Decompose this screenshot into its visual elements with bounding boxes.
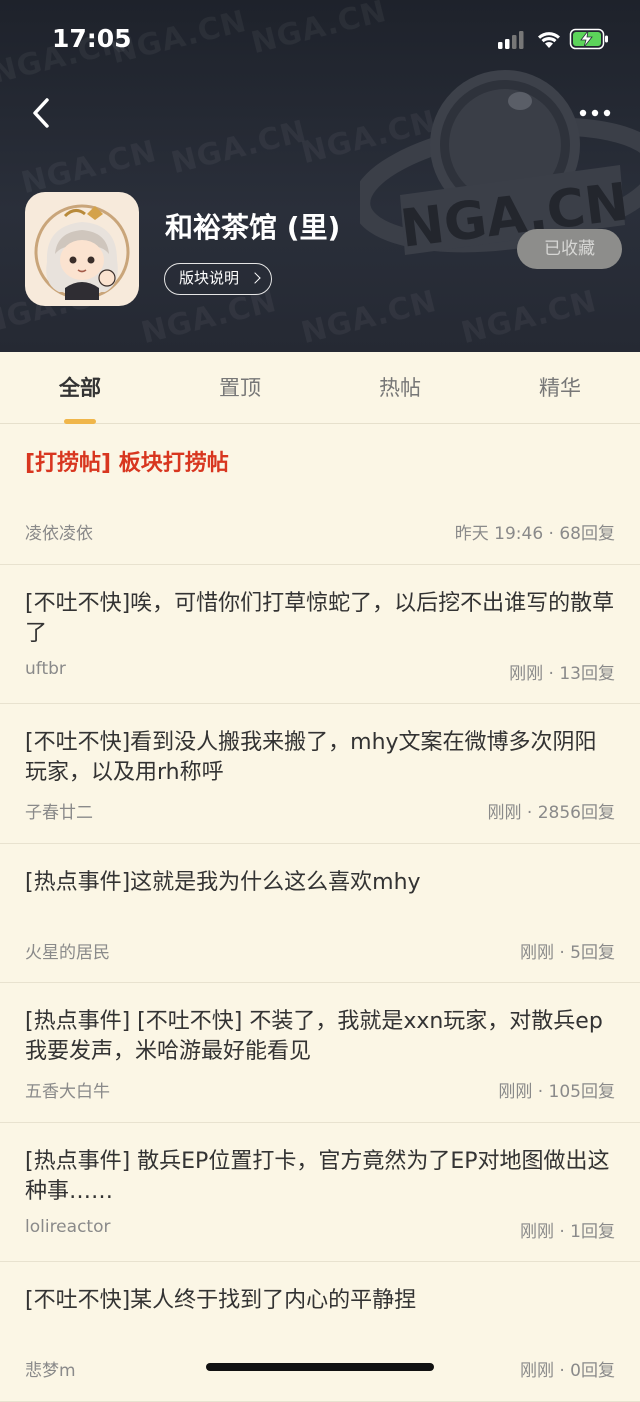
post-meta: 刚刚 · 1回复 [519,1221,615,1242]
post-replies: 105回复 [548,1082,615,1102]
post-replies: 68回复 [559,524,615,544]
signal-icon [498,31,524,49]
post-row[interactable]: [不吐不快]唉，可惜你们打草惊蛇了，以后挖不出谁写的散草了 uftbr 刚刚 ·… [0,565,640,704]
post-meta: 刚刚 · 5回复 [519,942,615,963]
post-title: [热点事件] 散兵EP位置打卡，官方竟然为了EP对地图做出这种事…… [25,1148,610,1204]
post-time: 刚刚 [487,803,522,823]
post-title: [不吐不快]唉，可惜你们打草惊蛇了，以后挖不出谁写的散草了 [25,590,615,646]
forum-title: 和裕茶馆 (里) [165,211,341,244]
post-title: [热点事件] [不吐不快] 不装了，我就是xxn玩家，对散兵ep我要发声，米哈游… [25,1009,603,1064]
home-indicator[interactable] [206,1363,434,1371]
post-replies: 13回复 [559,663,615,684]
post-author: 悲梦m [25,1361,76,1381]
post-time: 刚刚 [509,663,544,684]
wifi-icon [538,32,560,48]
post-meta: 刚刚 · 0回复 [519,1361,615,1381]
post-replies: 5回复 [570,942,615,963]
tab-all-label: 全部 [59,376,101,400]
post-time: 刚刚 [519,1221,554,1242]
post-title: [不吐不快]看到没人搬我来搬了，mhy文案在微博多次阴阳玩家，以及用rh称呼 [25,730,597,785]
favorited-button[interactable]: 已收藏 [517,229,622,269]
back-arrow-icon[interactable] [22,92,64,134]
watermark-text: NGA.CN [167,113,311,182]
status-icons [498,28,608,50]
post-row[interactable]: [不吐不快]某人终于找到了内心的平静捏 悲梦m 刚刚 · 0回复 [0,1262,640,1402]
forum-avatar-illustration [34,204,130,300]
post-row-pinned[interactable]: [打捞帖] 板块打捞帖 凌依凌依 昨天 19:46 · 68回复 [0,425,640,565]
post-title: [热点事件]这就是我为什么这么喜欢mhy [25,869,421,895]
tab-active-indicator [64,419,96,424]
post-row[interactable]: [不吐不快]看到没人搬我来搬了，mhy文案在微博多次阴阳玩家，以及用rh称呼 子… [0,704,640,844]
post-time: 刚刚 [519,1361,554,1381]
more-dots-icon[interactable] [574,98,616,128]
forum-header: NGA.CN NGA.CN NGA.CN NGA.CN NGA.CN NGA.C… [0,0,640,352]
post-replies: 0回复 [570,1361,615,1381]
tab-pinned[interactable]: 置顶 [160,352,320,424]
watermark-text: NGA.CN [457,283,601,352]
battery-charging-icon [569,28,608,50]
post-row[interactable]: [热点事件]这就是我为什么这么喜欢mhy 火星的居民 刚刚 · 5回复 [0,844,640,983]
post-meta: 刚刚 · 2856回复 [487,803,615,823]
post-time: 昨天 19:46 [454,524,544,544]
post-author: 五香大白牛 [25,1082,110,1102]
tab-hot[interactable]: 热帖 [320,352,480,424]
status-time: 17:05 [52,24,132,53]
post-title: [打捞帖] 板块打捞帖 [25,451,229,476]
post-meta: 刚刚 · 13回复 [509,663,615,684]
tab-hot-label: 热帖 [379,376,421,400]
post-replies: 2856回复 [537,803,615,823]
tab-featured-label: 精华 [539,376,581,400]
post-meta: 刚刚 · 105回复 [498,1082,615,1102]
post-list: [打捞帖] 板块打捞帖 凌依凌依 昨天 19:46 · 68回复 [不吐不快]唉… [0,425,640,1402]
post-author: 子春廿二 [25,803,93,823]
tab-featured[interactable]: 精华 [480,352,640,424]
tab-pinned-label: 置顶 [219,376,261,400]
watermark-text: NGA.CN [297,283,441,352]
tab-all[interactable]: 全部 [0,352,160,424]
post-row[interactable]: [热点事件] 散兵EP位置打卡，官方竟然为了EP对地图做出这种事…… lolir… [0,1123,640,1262]
post-meta: 昨天 19:46 · 68回复 [454,524,615,544]
post-author: lolireactor [25,1216,111,1237]
chevron-right-icon [249,272,261,284]
post-author: 火星的居民 [25,942,110,963]
forum-avatar [25,192,139,306]
watermark-text: NGA.CN [247,0,391,62]
forum-description-label: 版块说明 [179,269,240,287]
post-title: [不吐不快]某人终于找到了内心的平静捏 [25,1288,417,1313]
post-row[interactable]: [热点事件] [不吐不快] 不装了，我就是xxn玩家，对散兵ep我要发声，米哈游… [0,983,640,1123]
post-replies: 1回复 [570,1221,615,1242]
post-time: 刚刚 [498,1082,533,1102]
forum-description-button[interactable]: 版块说明 [164,263,273,295]
post-time: 刚刚 [519,942,554,963]
tab-bar: 全部 置顶 热帖 精华 [0,352,640,424]
post-author: 凌依凌依 [25,524,93,544]
post-author: uftbr [25,658,66,679]
